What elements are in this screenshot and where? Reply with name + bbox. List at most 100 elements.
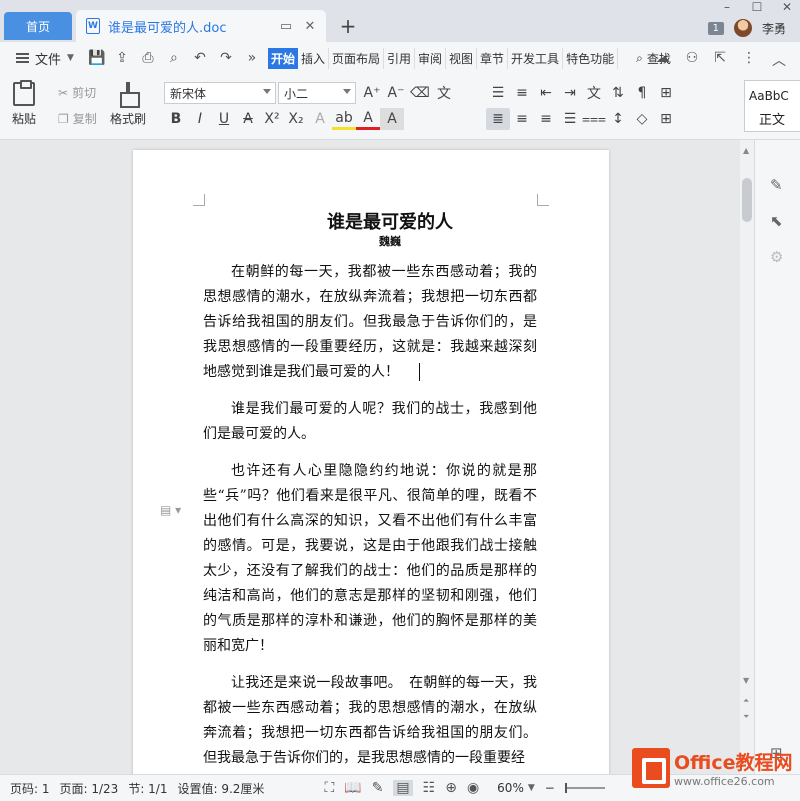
tab-view[interactable]: 视图	[446, 47, 478, 69]
zoom-out-icon[interactable]: −	[545, 781, 555, 795]
clear-format-icon[interactable]: ⌫	[408, 82, 432, 104]
menu-bar: 文件 ▼ 💾 ⇪ ⎙ ⌕ ↶ ↷ » 开始 插入 页面布局 引用 审阅 视图 章…	[0, 42, 800, 74]
save-icon[interactable]: 💾	[88, 50, 105, 66]
share-icon[interactable]: ⇱	[714, 50, 726, 70]
subscript-icon[interactable]: X₂	[284, 108, 308, 130]
paragraph-layout-icon[interactable]: ▤ ▾	[160, 503, 181, 517]
new-tab-button[interactable]: +	[336, 14, 360, 38]
cut-button[interactable]: ✂ 剪切	[58, 84, 96, 101]
section-count[interactable]: 节: 1/1	[128, 780, 167, 797]
zoom-slider[interactable]	[564, 783, 605, 793]
zoom-level[interactable]: 60%	[497, 781, 524, 795]
font-name-select[interactable]: 新宋体	[164, 82, 276, 104]
avatar[interactable]	[733, 19, 752, 37]
align-right-icon[interactable]: ≡	[534, 108, 558, 130]
close-window-icon[interactable]: ✕	[780, 0, 794, 18]
font-color-icon[interactable]: A	[356, 108, 380, 130]
tab-features[interactable]: 特色功能	[563, 47, 619, 69]
font-size-select[interactable]: 小二	[278, 82, 356, 104]
increase-indent-icon[interactable]: ⇥	[558, 82, 582, 104]
username[interactable]: 李勇	[762, 20, 786, 37]
pen-icon[interactable]: ✎	[770, 176, 783, 194]
fullscreen-icon[interactable]: ⛶	[324, 780, 334, 796]
more-options-icon[interactable]: ⋮	[742, 50, 756, 70]
tab-count-badge[interactable]: 1	[707, 21, 724, 35]
cloud-sync-icon[interactable]: ☁	[656, 50, 670, 70]
decrease-indent-icon[interactable]: ⇤	[534, 82, 558, 104]
superscript-icon[interactable]: X²	[260, 108, 284, 130]
tab-insert[interactable]: 插入	[298, 47, 329, 69]
tab-section[interactable]: 章节	[477, 47, 509, 69]
shading-icon[interactable]: ◇	[630, 108, 654, 130]
phonetic-guide-icon[interactable]: 文	[432, 82, 456, 104]
tab-page-layout[interactable]: 页面布局	[329, 47, 384, 69]
tab-home[interactable]: 首页	[4, 12, 72, 40]
table-icon[interactable]: ⊞	[654, 82, 678, 104]
italic-icon[interactable]: I	[188, 108, 212, 130]
bold-icon[interactable]: B	[164, 108, 188, 130]
paragraph-tools-bottom: ≣ ≡ ≡ ☰ ⩶ ↕ ◇ ⊞	[486, 108, 678, 130]
undo-icon[interactable]: ↶	[192, 50, 208, 66]
setting-value[interactable]: 设置值: 9.2厘米	[177, 780, 264, 797]
side-panel: ✎ ⬉ ⚙ ⊞	[754, 140, 800, 774]
file-menu[interactable]: 文件 ▼	[0, 49, 74, 68]
tab-developer[interactable]: 开发工具	[508, 47, 564, 69]
document-page[interactable]: 谁是最可爱的人 魏巍 在朝鲜的每一天，我都被一些东西感动着；我的思想感情的潮水，…	[133, 150, 609, 790]
align-left-icon[interactable]: ≣	[486, 108, 510, 130]
grow-font-icon[interactable]: A⁺	[360, 82, 384, 104]
show-marks-icon[interactable]: ¶	[630, 82, 654, 104]
highlight-icon[interactable]: ab	[332, 108, 356, 130]
style-gallery[interactable]: AaBbC 正文	[744, 80, 800, 132]
document-body[interactable]: 在朝鲜的每一天，我都被一些东西感动着；我的思想感情的潮水，在放纵奔流着；我想把一…	[203, 260, 537, 783]
tab-review[interactable]: 审阅	[415, 47, 447, 69]
scroll-thumb[interactable]	[742, 178, 752, 222]
char-shading-icon[interactable]: A	[380, 108, 404, 130]
close-tab-icon[interactable]: ✕	[302, 18, 318, 34]
prev-page-icon[interactable]: ⏶	[743, 696, 749, 706]
chinese-layout-icon[interactable]: 文	[582, 82, 606, 104]
adjust-icon[interactable]: ⚙	[770, 248, 783, 266]
maximize-icon[interactable]: ☐	[750, 0, 764, 18]
tab-references[interactable]: 引用	[384, 47, 415, 69]
select-cursor-icon[interactable]: ⬉	[770, 212, 783, 230]
outline-view-icon[interactable]: ☷	[423, 780, 436, 796]
sort-icon[interactable]: ⇅	[606, 82, 630, 104]
tab-document[interactable]: W 谁是最可爱的人.doc ▭ ✕	[76, 10, 326, 42]
redo-icon[interactable]: ↷	[218, 50, 234, 66]
page-code[interactable]: 页码: 1	[10, 780, 50, 797]
line-spacing-icon[interactable]: ↕	[606, 108, 630, 130]
print-preview-icon[interactable]: ⌕	[166, 50, 182, 66]
tab-pin-icon[interactable]: ▭	[278, 18, 294, 34]
text-effect-icon[interactable]: A	[308, 108, 332, 130]
write-mode-icon[interactable]: ✎	[372, 780, 384, 796]
numbered-list-icon[interactable]: ≡	[510, 82, 534, 104]
read-mode-icon[interactable]: 📖	[344, 780, 361, 796]
page-view-icon[interactable]: ▤	[393, 780, 413, 796]
vertical-scrollbar[interactable]: ▲ ▼ ⏶ ⏷	[740, 140, 754, 774]
strikethrough-icon[interactable]: A	[236, 108, 260, 130]
print-icon[interactable]: ⎙	[140, 50, 156, 66]
paste-button[interactable]: 粘贴	[12, 80, 36, 127]
format-painter-button[interactable]: 格式刷	[110, 82, 146, 127]
eye-protect-icon[interactable]: ◉	[467, 780, 479, 796]
bullet-list-icon[interactable]: ☰	[486, 82, 510, 104]
collaborate-icon[interactable]: ⚇	[686, 50, 699, 70]
export-pdf-icon[interactable]: ⇪	[114, 50, 130, 66]
borders-icon[interactable]: ⊞	[654, 108, 678, 130]
justify-icon[interactable]: ☰	[558, 108, 582, 130]
distribute-icon[interactable]: ⩶	[582, 108, 606, 130]
copy-button[interactable]: ❐ 复制	[58, 110, 97, 127]
next-page-icon[interactable]: ⏷	[743, 712, 749, 722]
scroll-down-icon[interactable]: ▼	[743, 676, 749, 685]
web-view-icon[interactable]: ⊕	[445, 780, 457, 796]
align-center-icon[interactable]: ≡	[510, 108, 534, 130]
scroll-up-icon[interactable]: ▲	[743, 146, 749, 155]
minimize-icon[interactable]: –	[720, 0, 734, 18]
page-count[interactable]: 页面: 1/23	[60, 780, 119, 797]
underline-icon[interactable]: U	[212, 108, 236, 130]
collapse-ribbon-icon[interactable]: ︿	[772, 50, 786, 70]
more-icon[interactable]: »	[244, 50, 260, 66]
tab-start[interactable]: 开始	[267, 47, 298, 69]
chevron-down-icon[interactable]: ▼	[528, 783, 535, 793]
shrink-font-icon[interactable]: A⁻	[384, 82, 408, 104]
